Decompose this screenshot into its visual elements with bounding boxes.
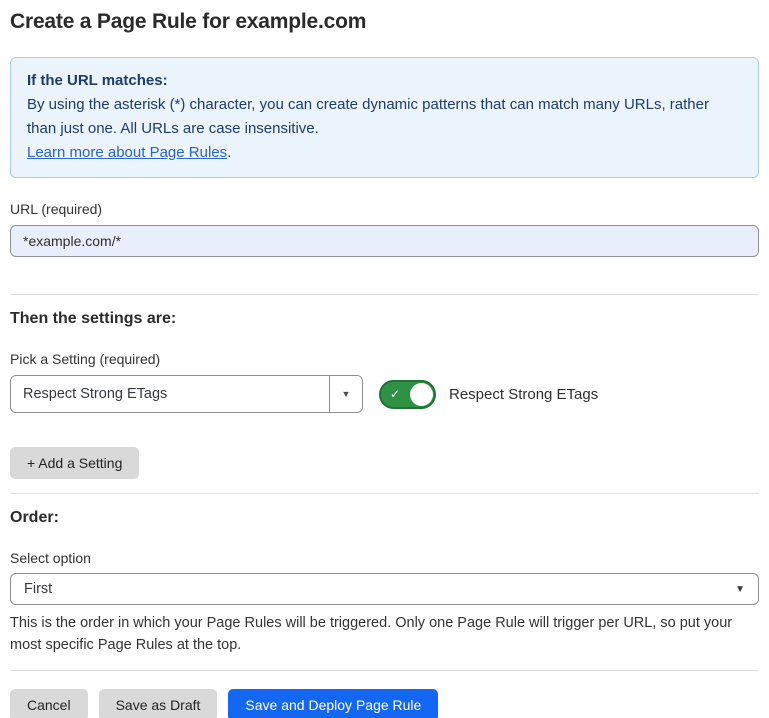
pick-setting-label: Pick a Setting (required) [10, 351, 759, 367]
url-match-info-box: If the URL matches: By using the asteris… [10, 57, 759, 178]
order-select[interactable]: First ▼ [10, 573, 759, 605]
order-help-text: This is the order in which your Page Rul… [10, 612, 759, 656]
link-suffix: . [227, 144, 231, 161]
url-label: URL (required) [10, 201, 759, 217]
footer-divider [10, 670, 759, 671]
url-input[interactable] [10, 225, 759, 257]
check-icon: ✓ [390, 388, 400, 400]
save-draft-button[interactable]: Save as Draft [99, 689, 218, 718]
setting-row: Respect Strong ETags ▼ ✓ Respect Strong … [10, 375, 759, 413]
info-box-heading: If the URL matches: [27, 69, 742, 93]
order-select-value: First [24, 581, 52, 597]
caret-down-icon: ▼ [735, 584, 745, 595]
order-heading: Order: [10, 509, 759, 527]
caret-down-icon: ▼ [342, 389, 351, 399]
create-page-rule-form: Create a Page Rule for example.com If th… [0, 0, 769, 718]
toggle-knob [410, 383, 433, 406]
etags-toggle[interactable]: ✓ [379, 380, 436, 409]
info-box-body: By using the asterisk (*) character, you… [27, 93, 742, 141]
settings-heading: Then the settings are: [10, 310, 759, 328]
section-divider [10, 294, 759, 295]
learn-more-link[interactable]: Learn more about Page Rules [27, 144, 227, 161]
footer-button-row: Cancel Save as Draft Save and Deploy Pag… [10, 689, 759, 718]
add-setting-button[interactable]: + Add a Setting [10, 447, 139, 479]
toggle-label: Respect Strong ETags [449, 386, 598, 403]
cancel-button[interactable]: Cancel [10, 689, 88, 718]
section-divider [10, 493, 759, 494]
setting-select-arrow-button[interactable]: ▼ [329, 376, 362, 412]
setting-select-value: Respect Strong ETags [11, 386, 329, 402]
setting-select[interactable]: Respect Strong ETags ▼ [10, 375, 363, 413]
select-option-label: Select option [10, 550, 759, 566]
info-box-link-line: Learn more about Page Rules. [27, 141, 742, 165]
page-title: Create a Page Rule for example.com [10, 10, 759, 34]
save-deploy-button[interactable]: Save and Deploy Page Rule [228, 689, 438, 718]
